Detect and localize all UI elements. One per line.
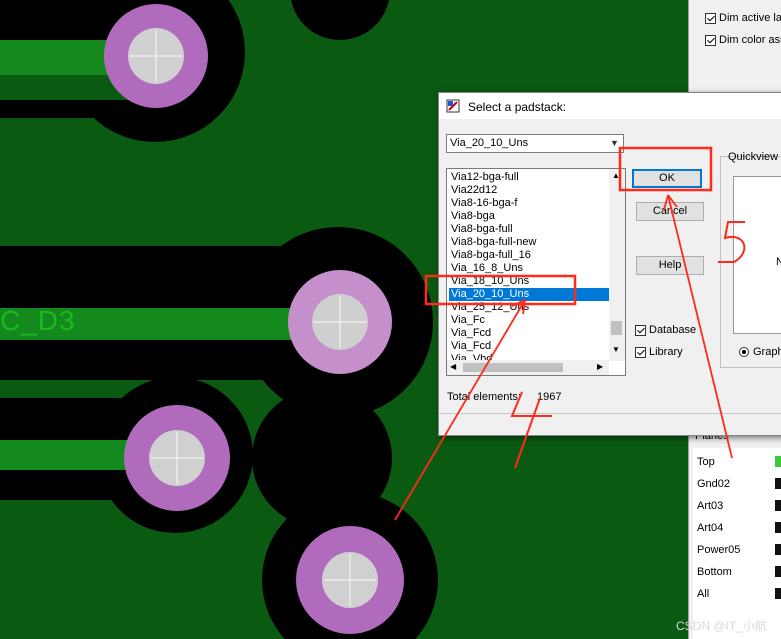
graph-option[interactable]: Graph [739, 346, 781, 358]
padstack-app-icon [446, 99, 460, 113]
net-label: C_D3 [0, 305, 76, 336]
layer-item-all[interactable]: All [697, 588, 709, 600]
database-option[interactable]: Database [635, 324, 696, 336]
watermark: CSDN @IT_小航 [676, 619, 767, 633]
library-option[interactable]: Library [635, 346, 683, 358]
layer-item-gnd02[interactable]: Gnd02 [697, 478, 730, 490]
layer-swatch[interactable] [775, 544, 781, 555]
ok-button[interactable]: OK [632, 169, 702, 188]
chevron-down-icon[interactable]: ▼ [607, 136, 622, 151]
scroll-up-icon[interactable]: ▲ [612, 171, 620, 180]
dim-active-label: Dim active la [719, 12, 781, 24]
list-item[interactable]: Via8-bga-full-new [451, 236, 536, 249]
help-button[interactable]: Help [636, 256, 704, 275]
list-item[interactable]: Via_Fcd [451, 340, 491, 353]
layer-item-art03[interactable]: Art03 [697, 500, 723, 512]
padstack-combo[interactable]: Via_20_10_Uns ▼ [446, 134, 624, 153]
scroll-thumb[interactable] [611, 321, 622, 335]
quickview-preview [733, 176, 781, 334]
layer-swatch[interactable] [775, 566, 781, 577]
vertical-scrollbar[interactable]: ▲ ▼ [609, 169, 625, 361]
cancel-button[interactable]: Cancel [636, 202, 704, 221]
layer-item-top[interactable]: Top [697, 456, 715, 468]
layer-item-bottom[interactable]: Bottom [697, 566, 732, 578]
scroll-down-icon[interactable]: ▼ [612, 345, 620, 354]
dialog-title: Select a padstack: [468, 100, 567, 114]
dim-color-checkbox[interactable] [705, 34, 716, 46]
divider [439, 413, 781, 414]
list-item[interactable]: Via_25_12_Uns [451, 301, 529, 314]
list-item[interactable]: Via_16_8_Uns [451, 262, 523, 275]
graph-label: Graph [753, 346, 781, 358]
graph-radio[interactable] [739, 347, 749, 357]
quickview-text: N [776, 256, 781, 268]
list-item[interactable]: Via_18_10_Uns [451, 275, 529, 288]
quickview-label: Quickview [728, 151, 779, 163]
layer-swatch[interactable] [775, 456, 781, 467]
select-padstack-dialog: Select a padstack: Via_20_10_Uns ▼ Via12… [438, 92, 781, 436]
dim-color-label: Dim color ass [719, 34, 781, 46]
list-item[interactable]: Via_Fcd [451, 327, 491, 340]
list-item[interactable]: Via12-bga-full [451, 171, 519, 184]
layer-item-art04[interactable]: Art04 [697, 522, 723, 534]
scroll-right-icon[interactable]: ▶ [597, 362, 603, 371]
layer-list: Top Gnd02 Art03 Art04 Power05 Bottom All [693, 448, 781, 639]
database-label: Database [649, 324, 697, 336]
list-item[interactable]: Via8-bga-full_16 [451, 249, 531, 262]
total-elements-value: 1967 [537, 391, 562, 403]
hscroll-thumb[interactable] [463, 363, 563, 372]
total-elements-label: Total elements: [447, 391, 521, 403]
padstack-combo-value: Via_20_10_Uns [450, 137, 529, 149]
horizontal-scrollbar[interactable]: ◀ ▶ [447, 360, 609, 375]
library-checkbox[interactable] [635, 346, 646, 358]
layer-swatch[interactable] [775, 522, 781, 533]
padstack-list[interactable]: Via12-bga-full Via22d12 Via8-16-bga-f Vi… [446, 168, 626, 376]
scroll-left-icon[interactable]: ◀ [450, 362, 456, 371]
library-label: Library [649, 346, 683, 358]
list-item-selected[interactable]: Via_20_10_Uns [449, 288, 609, 301]
list-item[interactable]: Via8-16-bga-f [451, 197, 517, 210]
dim-color-option[interactable]: Dim color ass [705, 34, 781, 46]
database-checkbox[interactable] [635, 324, 646, 336]
layer-item-power05[interactable]: Power05 [697, 544, 740, 556]
list-item[interactable]: Via_Fc [451, 314, 485, 327]
layer-swatch[interactable] [775, 588, 781, 599]
list-item[interactable]: Via8-bga [451, 210, 495, 223]
list-item[interactable]: Via8-bga-full [451, 223, 513, 236]
list-item[interactable]: Via22d12 [451, 184, 497, 197]
dim-active-checkbox[interactable] [705, 12, 716, 24]
layer-swatch[interactable] [775, 478, 781, 489]
dialog-titlebar[interactable]: Select a padstack: [439, 93, 781, 119]
layer-swatch[interactable] [775, 500, 781, 511]
dim-active-layer-option[interactable]: Dim active la [705, 12, 781, 24]
